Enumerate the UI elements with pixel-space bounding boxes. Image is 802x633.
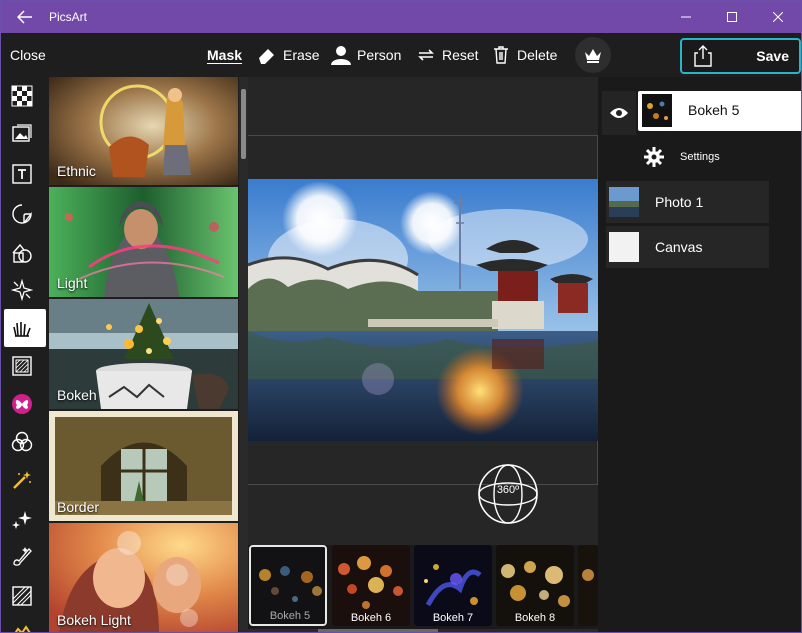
bokeh-preset-7[interactable]: Bokeh 7 xyxy=(414,545,492,626)
effect-border[interactable]: Border xyxy=(49,411,238,521)
layers-panel: Bokeh 5 Settings Photo 1 Canvas xyxy=(598,77,801,632)
bokeh-label: Bokeh 6 xyxy=(350,612,392,624)
layer-settings-button[interactable]: Settings xyxy=(634,139,799,175)
effect-bokeh-light[interactable]: Bokeh Light xyxy=(49,523,238,632)
pagoda-lake-photo xyxy=(248,179,598,441)
canvas-area[interactable]: 360º xyxy=(248,77,598,545)
layer-thumbnail xyxy=(609,187,639,217)
layer-name: Photo 1 xyxy=(655,194,704,210)
share-icon[interactable] xyxy=(682,44,724,68)
layer-card[interactable]: Bokeh 5 xyxy=(638,91,801,131)
frame-icon[interactable] xyxy=(9,353,35,379)
scrollbar-thumb[interactable] xyxy=(241,89,246,159)
reset-tool[interactable]: Reset xyxy=(416,43,479,67)
tool-rail xyxy=(1,77,47,632)
effects-scrollbar[interactable] xyxy=(239,77,248,632)
person-tool[interactable]: Person xyxy=(331,43,401,67)
trash-icon xyxy=(494,46,508,64)
eye-icon[interactable] xyxy=(602,91,636,135)
bokeh-preset-5[interactable]: Bokeh 5 xyxy=(249,545,327,626)
erase-label: Erase xyxy=(283,47,320,63)
layer-thumbnail xyxy=(642,94,672,127)
bokeh-preset-8[interactable]: Bokeh 8 xyxy=(496,545,574,626)
erase-tool[interactable]: Erase xyxy=(257,43,320,67)
premium-crown-button[interactable] xyxy=(575,37,611,73)
effect-label: Ethnic xyxy=(57,163,96,179)
layer-item-canvas[interactable]: Canvas xyxy=(606,226,769,268)
effect-label: Border xyxy=(57,499,100,515)
scrollbar-thumb[interactable] xyxy=(318,629,438,632)
settings-label: Settings xyxy=(680,151,720,163)
effect-label: Bokeh xyxy=(57,387,97,403)
effect-label: Light xyxy=(57,275,88,291)
close-button[interactable]: Close xyxy=(10,47,46,63)
blend-circles-icon[interactable] xyxy=(9,429,35,455)
bokeh-label: Bokeh 7 xyxy=(432,612,474,624)
bokeh-preset-6[interactable]: Bokeh 6 xyxy=(332,545,410,626)
save-label: Save xyxy=(756,48,789,64)
photo-icon[interactable] xyxy=(9,121,35,147)
more-tools-icon[interactable] xyxy=(9,623,35,632)
bokeh-preset-next[interactable] xyxy=(578,545,598,626)
brush-icon[interactable] xyxy=(9,543,35,569)
save-button[interactable]: Save xyxy=(680,38,801,74)
edited-photo[interactable] xyxy=(248,179,598,441)
delete-tool[interactable]: Delete xyxy=(491,43,557,67)
presets-scrollbar[interactable] xyxy=(248,629,598,632)
bokeh-next-thumbnail xyxy=(578,545,598,626)
layer-item-photo[interactable]: Photo 1 xyxy=(606,181,769,223)
shape-mask-icon[interactable] xyxy=(9,240,35,266)
effect-bokeh[interactable]: Bokeh xyxy=(49,299,238,409)
view-360-label: 360º xyxy=(496,484,520,496)
sparkles-icon[interactable] xyxy=(9,505,35,531)
effect-ethnic[interactable]: Ethnic xyxy=(49,77,238,185)
maximize-button[interactable] xyxy=(709,1,755,33)
effect-light[interactable]: Light xyxy=(49,187,238,297)
transparency-grid-icon[interactable] xyxy=(9,83,35,109)
reset-label: Reset xyxy=(442,47,479,63)
sparkle-draw-icon[interactable] xyxy=(9,277,35,303)
sticker-icon[interactable] xyxy=(9,201,35,227)
delete-label: Delete xyxy=(517,47,558,63)
gear-icon xyxy=(644,147,664,167)
layer-name: Canvas xyxy=(655,239,703,255)
text-icon[interactable] xyxy=(9,161,35,187)
close-window-button[interactable] xyxy=(755,1,801,33)
bokeh-label: Bokeh 5 xyxy=(269,610,311,622)
toolbar: Close Mask Erase Person Reset Delete Sav xyxy=(1,33,801,77)
view-360-button[interactable]: 360º xyxy=(477,463,539,525)
effects-list: Ethnic Light Bokeh Border Bokeh Light xyxy=(47,77,239,632)
effect-label: Bokeh Light xyxy=(57,612,131,628)
butterfly-icon[interactable] xyxy=(9,391,35,417)
layer-item-active[interactable]: Bokeh 5 xyxy=(602,91,801,135)
magic-wand-icon[interactable] xyxy=(9,467,35,493)
bokeh-presets-strip: Bokeh 5 Bokeh 6 Bokeh 7 Bokeh 8 xyxy=(248,545,598,632)
person-label: Person xyxy=(357,47,402,63)
layer-name: Bokeh 5 xyxy=(688,102,740,118)
crown-icon xyxy=(585,49,601,63)
back-arrow-icon[interactable] xyxy=(1,1,49,33)
minimize-button[interactable] xyxy=(663,1,709,33)
layer-thumbnail xyxy=(609,232,639,262)
picsart-window: PicsArt Close Mask Erase Person Reset De… xyxy=(0,0,802,633)
mask-tool[interactable]: Mask xyxy=(207,43,242,67)
app-title: PicsArt xyxy=(49,10,88,24)
bokeh-label: Bokeh 8 xyxy=(514,612,556,624)
eraser-icon xyxy=(259,49,274,64)
title-bar: PicsArt xyxy=(1,1,801,33)
person-icon xyxy=(331,46,351,65)
reset-icon xyxy=(418,49,434,61)
mask-label: Mask xyxy=(207,47,243,63)
gradient-icon[interactable] xyxy=(9,583,35,609)
mask-tool-icon[interactable] xyxy=(9,315,35,341)
